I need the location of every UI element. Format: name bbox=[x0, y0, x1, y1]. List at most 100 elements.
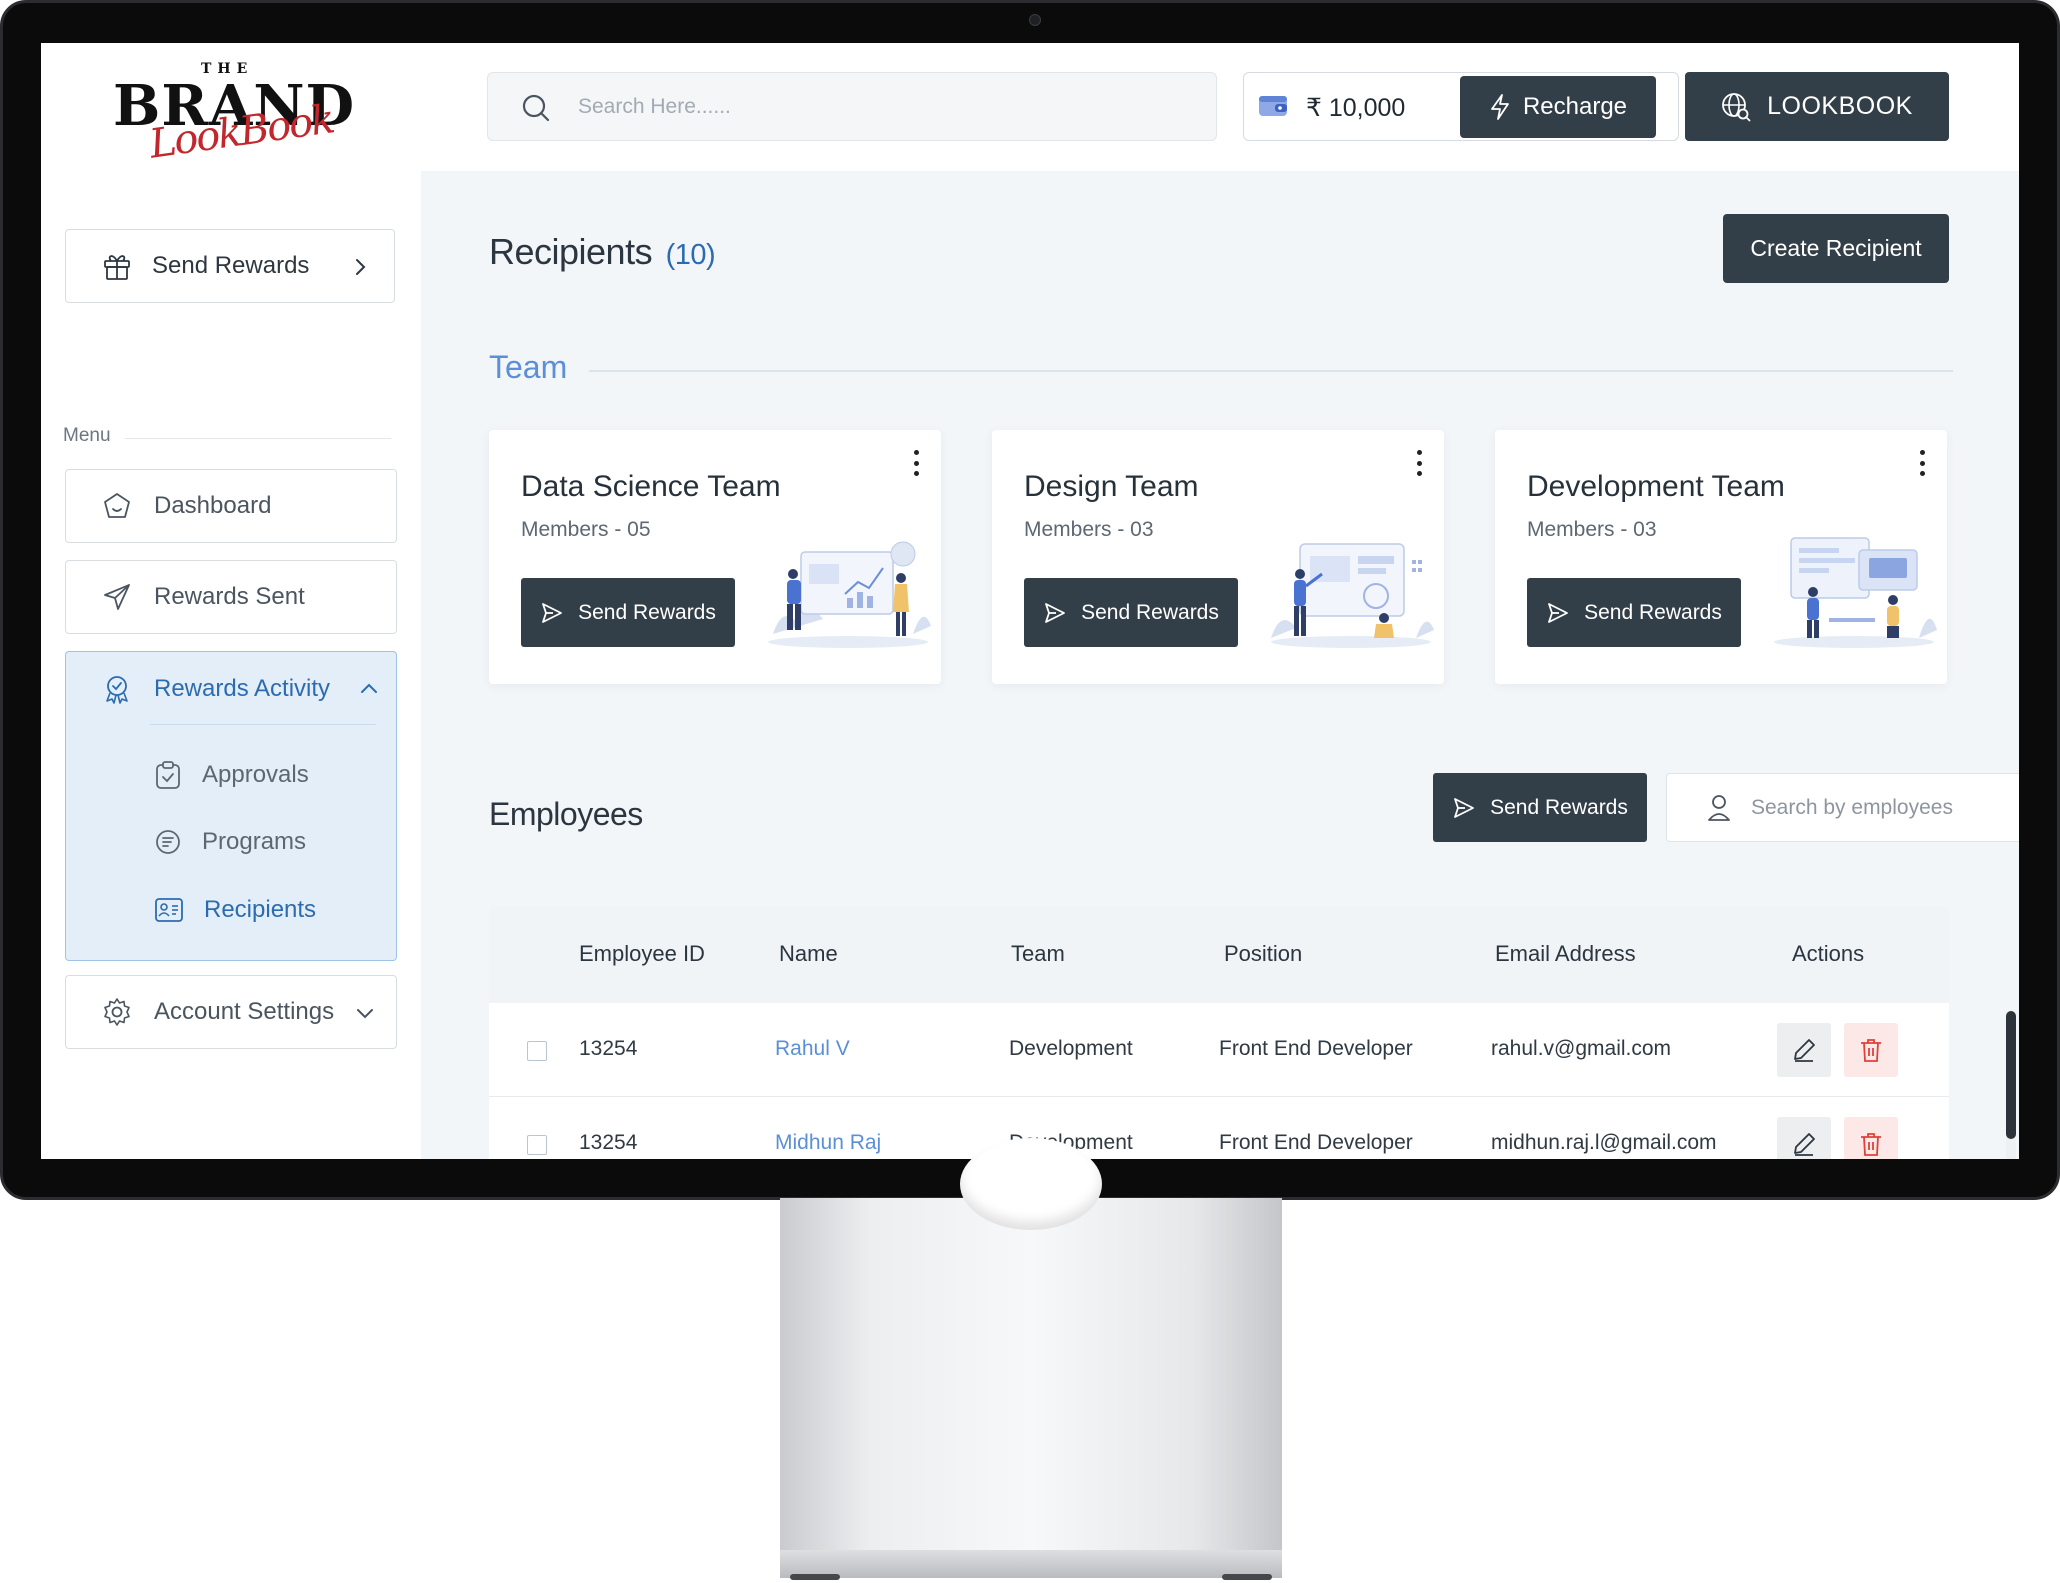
page-title: Recipients (10) bbox=[489, 231, 716, 273]
edit-button[interactable] bbox=[1777, 1023, 1831, 1077]
globe-search-icon bbox=[1722, 92, 1751, 121]
activity-divider bbox=[150, 724, 376, 725]
row-checkbox[interactable] bbox=[527, 1041, 547, 1061]
sidebar-item-rewards-activity[interactable]: Rewards Activity bbox=[66, 652, 396, 726]
chevron-right-icon bbox=[356, 259, 366, 275]
lightning-icon bbox=[1491, 94, 1509, 120]
table-row: 13254 Midhun Raj Development Front End D… bbox=[489, 1097, 1949, 1159]
trash-icon bbox=[1861, 1133, 1881, 1156]
team-card: Development Team Members - 03 Send Rewar… bbox=[1495, 430, 1947, 684]
chevron-down-icon bbox=[357, 1009, 373, 1019]
paper-plane-icon bbox=[104, 584, 130, 610]
delete-button[interactable] bbox=[1844, 1117, 1898, 1159]
sidebar-item-label: Dashboard bbox=[154, 492, 272, 519]
employee-search-input[interactable] bbox=[1751, 788, 2019, 828]
team-members: Members - 05 bbox=[521, 518, 651, 541]
team-card: Data Science Team Members - 05 Send Rewa… bbox=[489, 430, 941, 684]
sidebar-item-recipients[interactable]: Recipients bbox=[154, 896, 316, 924]
table-header: Employee ID Name Team Position Email Add… bbox=[489, 907, 1949, 1003]
send-icon bbox=[1548, 602, 1569, 623]
team-members: Members - 03 bbox=[1527, 518, 1657, 541]
team-card: Design Team Members - 03 Send Rewards bbox=[992, 430, 1444, 684]
recharge-label: Recharge bbox=[1522, 93, 1628, 120]
sidebar-item-rewards-sent[interactable]: Rewards Sent bbox=[65, 560, 397, 634]
create-recipient-button[interactable]: Create Recipient bbox=[1723, 214, 1949, 283]
team-send-rewards-button[interactable]: Send Rewards bbox=[1024, 578, 1238, 647]
sidebar-send-rewards-button[interactable]: Send Rewards bbox=[65, 229, 395, 303]
sidebar-send-rewards-label: Send Rewards bbox=[152, 252, 310, 279]
programs-icon bbox=[156, 830, 180, 854]
sidebar: Send Rewards Menu Dashboard Rewards Sent… bbox=[41, 171, 421, 1159]
team-divider bbox=[589, 370, 1953, 372]
send-icon bbox=[1454, 797, 1475, 818]
menu-heading: Menu bbox=[63, 425, 111, 446]
more-options-icon[interactable] bbox=[1915, 448, 1929, 478]
top-header: THE BRAND LookBook ₹ 10,000 Recharge LOO… bbox=[41, 43, 2019, 171]
stand-foot bbox=[1222, 1574, 1272, 1580]
more-options-icon[interactable] bbox=[909, 448, 923, 478]
more-options-icon[interactable] bbox=[1412, 448, 1426, 478]
global-search bbox=[487, 72, 1217, 141]
table-scrollbar-thumb[interactable] bbox=[2006, 1011, 2016, 1139]
wallet-balance: ₹ 10,000 Recharge bbox=[1243, 72, 1679, 141]
employees-send-rewards-button[interactable]: Send Rewards bbox=[1433, 773, 1647, 842]
user-icon bbox=[1708, 795, 1730, 821]
column-header[interactable]: Email Address bbox=[1495, 941, 1636, 967]
sidebar-item-account-settings[interactable]: Account Settings bbox=[65, 975, 397, 1049]
edit-button[interactable] bbox=[1777, 1117, 1831, 1159]
column-header[interactable]: Team bbox=[1011, 941, 1065, 967]
page-title-text: Recipients bbox=[489, 231, 653, 272]
sidebar-group-rewards-activity: Rewards Activity Approvals Programs Reci… bbox=[65, 651, 397, 961]
search-input[interactable] bbox=[578, 85, 1178, 129]
sidebar-item-label: Account Settings bbox=[154, 998, 335, 1025]
employee-email: rahul.v@gmail.com bbox=[1491, 1037, 1672, 1060]
trash-icon bbox=[1861, 1039, 1881, 1062]
brand-logo[interactable]: THE BRAND LookBook bbox=[113, 61, 354, 168]
menu-divider bbox=[125, 438, 391, 439]
lookbook-label: LOOKBOOK bbox=[1767, 92, 1913, 120]
team-send-rewards-label: Send Rewards bbox=[578, 600, 716, 624]
team-name: Data Science Team bbox=[521, 470, 781, 503]
team-send-rewards-button[interactable]: Send Rewards bbox=[1527, 578, 1741, 647]
employee-id: 13254 bbox=[579, 1037, 638, 1060]
stand-foot bbox=[790, 1574, 840, 1580]
camera bbox=[1029, 14, 1041, 26]
wallet-amount: ₹ 10,000 bbox=[1306, 94, 1406, 122]
sidebar-item-approvals[interactable]: Approvals bbox=[154, 760, 309, 790]
row-checkbox[interactable] bbox=[527, 1135, 547, 1155]
sidebar-item-label: Rewards Activity bbox=[154, 675, 331, 702]
wallet-icon bbox=[1259, 96, 1287, 116]
delete-button[interactable] bbox=[1844, 1023, 1898, 1077]
sidebar-item-dashboard[interactable]: Dashboard bbox=[65, 469, 397, 543]
chevron-up-icon bbox=[361, 683, 377, 693]
team-name: Design Team bbox=[1024, 470, 1199, 503]
gift-icon bbox=[104, 255, 130, 280]
column-header[interactable]: Name bbox=[779, 941, 838, 967]
team-send-rewards-label: Send Rewards bbox=[1584, 600, 1722, 624]
send-icon bbox=[1045, 602, 1066, 623]
search-icon bbox=[522, 94, 550, 122]
create-recipient-label: Create Recipient bbox=[1750, 235, 1922, 261]
column-header[interactable]: Position bbox=[1224, 941, 1302, 967]
lookbook-button[interactable]: LOOKBOOK bbox=[1685, 72, 1949, 141]
employee-position: Front End Developer bbox=[1219, 1037, 1413, 1060]
sidebar-item-programs[interactable]: Programs bbox=[154, 828, 306, 856]
employee-position: Front End Developer bbox=[1219, 1131, 1413, 1154]
employee-name-link[interactable]: Rahul V bbox=[775, 1037, 850, 1061]
design-illustration bbox=[1271, 543, 1434, 648]
main-content: Recipients (10) Create Recipient Team Da… bbox=[421, 171, 2019, 1159]
employees-table: Employee ID Name Team Position Email Add… bbox=[489, 907, 1949, 1159]
clipboard-check-icon bbox=[156, 761, 180, 789]
badge-icon bbox=[106, 676, 128, 704]
dashboard-icon bbox=[104, 493, 130, 518]
monitor-stand-base bbox=[780, 1550, 1282, 1578]
employee-email: midhun.raj.l@gmail.com bbox=[1491, 1131, 1717, 1154]
team-send-rewards-button[interactable]: Send Rewards bbox=[521, 578, 735, 647]
monitor-frame: THE BRAND LookBook ₹ 10,000 Recharge LOO… bbox=[0, 0, 2060, 1200]
employee-name-link[interactable]: Midhun Raj bbox=[775, 1131, 881, 1155]
team-section-heading: Team bbox=[489, 349, 568, 385]
employee-id: 13254 bbox=[579, 1131, 638, 1154]
recharge-button[interactable]: Recharge bbox=[1460, 76, 1656, 138]
column-header[interactable]: Employee ID bbox=[579, 941, 705, 967]
sidebar-item-label: Rewards Sent bbox=[154, 583, 305, 610]
